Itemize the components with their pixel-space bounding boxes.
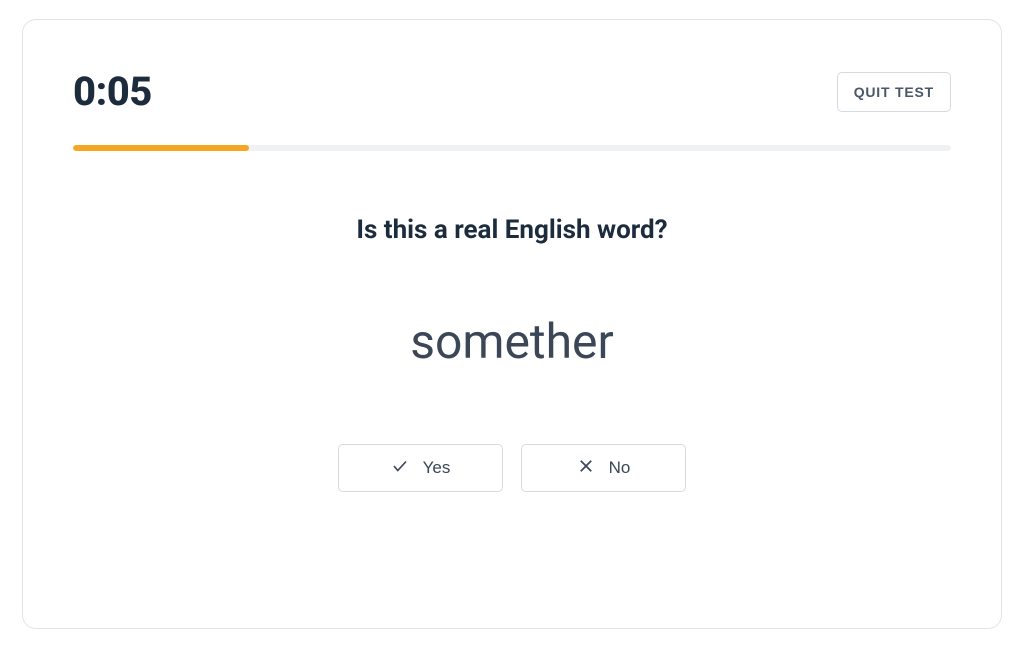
x-icon — [577, 457, 595, 480]
word-text: somether — [73, 313, 951, 370]
answer-buttons: Yes No — [73, 444, 951, 492]
no-button[interactable]: No — [521, 444, 686, 492]
header: 0:05 QUIT TEST — [73, 68, 951, 115]
quit-button[interactable]: QUIT TEST — [837, 72, 951, 112]
content: Is this a real English word? somether Ye… — [73, 215, 951, 492]
progress-fill — [73, 145, 249, 151]
yes-button[interactable]: Yes — [338, 444, 503, 492]
timer: 0:05 — [73, 68, 152, 115]
no-label: No — [609, 458, 631, 478]
question-text: Is this a real English word? — [73, 215, 951, 245]
progress-bar — [73, 145, 951, 151]
test-card: 0:05 QUIT TEST Is this a real English wo… — [22, 19, 1002, 629]
check-icon — [391, 457, 409, 480]
yes-label: Yes — [423, 458, 451, 478]
